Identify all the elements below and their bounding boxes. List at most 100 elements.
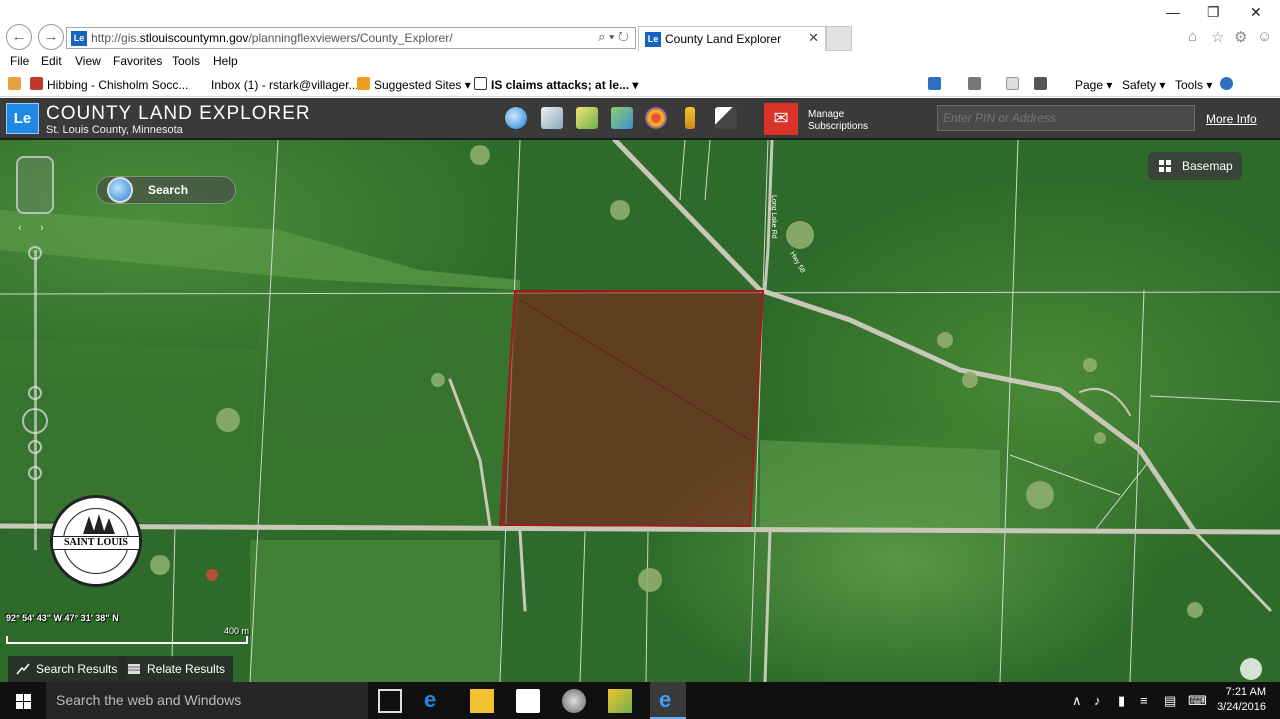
wifi-icon[interactable]: ≡ [1140, 693, 1148, 708]
tools-menu[interactable]: Tools ▾ [1175, 78, 1212, 92]
menu-file[interactable]: File [10, 54, 29, 68]
safety-menu[interactable]: Safety ▾ [1122, 78, 1165, 92]
suggested-sites-icon [357, 77, 370, 90]
print-icon[interactable] [1034, 77, 1047, 90]
chevron-up-icon[interactable]: ∧ [1072, 693, 1082, 709]
fav-news[interactable]: IS claims attacks; at le... ▾ [491, 78, 638, 92]
measure-tool-icon[interactable] [715, 107, 737, 129]
layers-tool-icon[interactable] [541, 107, 563, 129]
field-clearing [250, 540, 500, 682]
forward-icon[interactable]: → [38, 24, 64, 50]
refresh-icon[interactable]: ↻ [618, 29, 629, 44]
mail-icon[interactable]: ✉ [764, 103, 798, 135]
county-seal: SAINT LOUIS [50, 495, 142, 587]
file-explorer-icon[interactable] [470, 689, 494, 713]
menu-edit[interactable]: Edit [41, 54, 62, 68]
pan-control[interactable] [16, 156, 54, 214]
menu-view[interactable]: View [75, 54, 101, 68]
taskbar-search-box[interactable]: Search the web and Windows [46, 682, 368, 719]
store-icon[interactable] [516, 689, 540, 713]
help-icon[interactable] [1220, 77, 1233, 90]
tab-favicon: Le [645, 32, 661, 47]
pencil-tool-icon[interactable] [685, 107, 695, 129]
site-favicon: Le [71, 31, 87, 46]
menu-tools[interactable]: Tools [172, 54, 200, 68]
chevron-left-icon[interactable]: ‹ [18, 222, 22, 234]
home-icon[interactable]: ⌂ [1188, 28, 1197, 45]
zoom-handle[interactable] [28, 386, 42, 400]
feeds-icon[interactable] [968, 77, 981, 90]
hand-pan-icon[interactable] [22, 408, 48, 434]
tab-relate-results[interactable]: Relate Results [119, 656, 234, 682]
more-info-link[interactable]: More Info [1206, 112, 1257, 126]
overview-map-icon[interactable] [1240, 658, 1262, 680]
tab-search-results[interactable]: Search Results [8, 656, 126, 682]
clock-date: 3/24/2016 [1217, 701, 1266, 713]
ie-taskbar-icon[interactable]: e [650, 682, 686, 719]
map-app-icon[interactable] [608, 689, 632, 713]
road-label-long-lake: Long Lake Rd [770, 195, 777, 239]
seal-text: SAINT LOUIS [53, 536, 139, 550]
pin-address-input[interactable] [937, 105, 1195, 131]
grid-icon [1159, 160, 1172, 173]
chevron-right-icon[interactable]: › [40, 222, 44, 234]
menu-favorites[interactable]: Favorites [113, 54, 162, 68]
close-tab-icon[interactable]: ✕ [808, 30, 819, 46]
manage-subscriptions-link[interactable]: Manage Subscriptions [808, 109, 888, 133]
task-view-icon[interactable] [378, 689, 402, 713]
system-clock[interactable]: 7:21 AM 3/24/2016 [1214, 685, 1266, 715]
back-icon[interactable]: ← [6, 24, 32, 50]
menu-bar: File Edit View Favorites Tools Help [0, 52, 1280, 72]
zoom-step-button[interactable] [28, 440, 42, 454]
home-cmd-icon[interactable] [928, 77, 941, 90]
magnifier-icon [107, 177, 133, 203]
basemap-button[interactable]: Basemap [1148, 152, 1242, 180]
fav-suggested-sites[interactable]: Suggested Sites ▾ [374, 78, 471, 92]
scale-label: 400 m [224, 626, 250, 636]
search-tool-icon[interactable] [505, 107, 527, 129]
basemap-label: Basemap [1182, 159, 1233, 173]
browser-chrome: ← → Le http://gis.stlouiscountymn.gov/pl… [0, 0, 1280, 52]
new-tab-button[interactable] [826, 26, 852, 51]
map-search-label: Search [148, 183, 189, 197]
app-icon[interactable] [562, 689, 586, 713]
close-window-icon[interactable]: ✕ [1250, 4, 1262, 21]
notification-icon[interactable]: ▤ [1164, 693, 1176, 709]
edge-icon[interactable]: e [424, 689, 448, 713]
map-search-button[interactable]: Search [96, 176, 236, 204]
zoom-in-button[interactable] [28, 246, 42, 260]
zoom-slider[interactable] [34, 250, 37, 550]
app-logo: Le [6, 103, 39, 134]
star-icon[interactable]: ☆ [1211, 28, 1224, 46]
keyboard-icon[interactable]: ⌨ [1188, 693, 1207, 709]
maximize-icon[interactable]: ❐ [1207, 4, 1220, 21]
menu-help[interactable]: Help [213, 54, 238, 68]
app-title: COUNTY LAND EXPLORER [46, 103, 311, 124]
smiley-icon[interactable]: ☺ [1257, 28, 1272, 45]
battery-icon[interactable]: ▮ [1118, 693, 1125, 709]
gear-icon[interactable]: ⚙ [1234, 28, 1247, 46]
favorites-star-icon[interactable] [8, 77, 21, 90]
tab-county-land-explorer[interactable]: Le County Land Explorer ✕ [638, 26, 826, 51]
clock-time: 7:21 AM [1225, 686, 1266, 698]
minimize-icon[interactable]: — [1166, 4, 1180, 20]
zoom-out-button[interactable] [28, 466, 42, 480]
app-header: Le COUNTY LAND EXPLORER St. Louis County… [0, 98, 1280, 140]
palette-tool-icon[interactable] [645, 107, 667, 129]
map-tool-icon[interactable] [576, 107, 598, 129]
field-clearing [250, 290, 520, 530]
fav-inbox[interactable]: Inbox (1) - rstark@villager... [211, 78, 359, 92]
mail-icon[interactable] [1006, 77, 1019, 90]
volume-icon[interactable]: ♪ [1094, 693, 1101, 708]
aerial-tool-icon[interactable] [611, 107, 633, 129]
selected-parcel[interactable] [498, 290, 765, 528]
windows-start-icon[interactable] [0, 682, 46, 719]
coordinate-readout: 92° 54' 43" W 47° 31' 38" N [6, 613, 119, 623]
map-view[interactable]: Long Lake Rd Hwy 58 ‹ › Search Basemap S… [0, 140, 1280, 682]
page-menu[interactable]: Page ▾ [1075, 78, 1112, 92]
search-icon[interactable]: ⌕ [598, 29, 605, 44]
scale-bar [6, 636, 248, 644]
fav-hibbing[interactable]: Hibbing - Chisholm Socc... [47, 78, 188, 92]
url-text[interactable]: http://gis.stlouiscountymn.gov/planningf… [91, 31, 453, 45]
address-bar[interactable]: Le http://gis.stlouiscountymn.gov/planni… [66, 27, 636, 49]
